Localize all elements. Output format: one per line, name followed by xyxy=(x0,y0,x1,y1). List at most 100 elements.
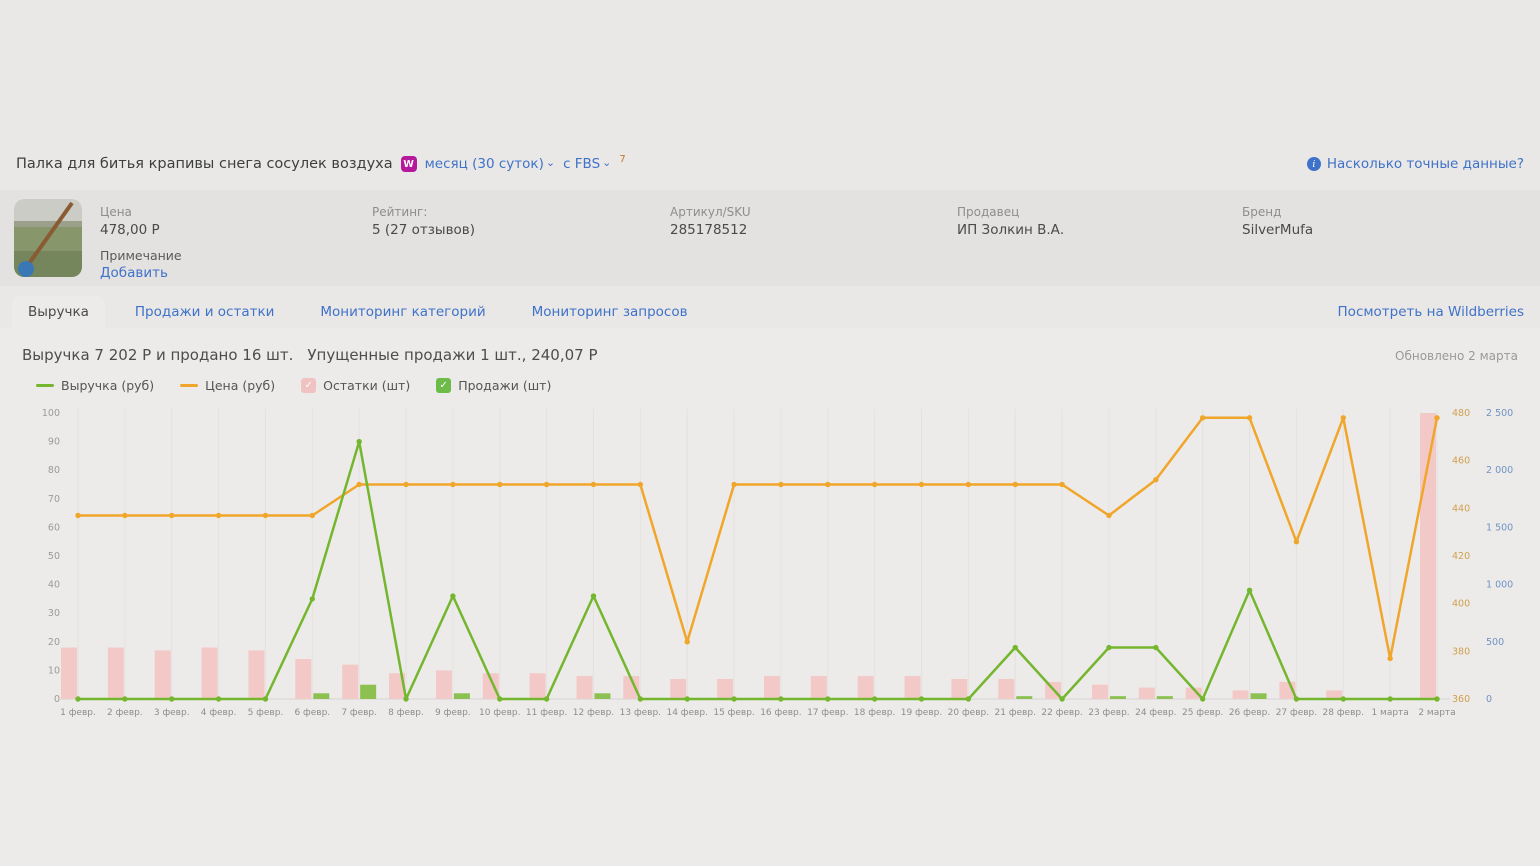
data-point[interactable] xyxy=(685,639,690,644)
data-point[interactable] xyxy=(731,482,736,487)
bar[interactable] xyxy=(1110,696,1126,699)
data-point[interactable] xyxy=(356,439,361,444)
bar[interactable] xyxy=(858,676,874,699)
data-point[interactable] xyxy=(1434,415,1439,420)
bar[interactable] xyxy=(576,676,592,699)
bar[interactable] xyxy=(202,648,218,699)
tab-2[interactable]: Продажи и остатки xyxy=(119,296,291,328)
bar[interactable] xyxy=(1420,413,1436,699)
data-point[interactable] xyxy=(1341,415,1346,420)
data-point[interactable] xyxy=(685,696,690,701)
view-on-wildberries-link[interactable]: Посмотреть на Wildberries xyxy=(1338,304,1524,320)
data-point[interactable] xyxy=(497,482,502,487)
bar[interactable] xyxy=(436,670,452,699)
data-point[interactable] xyxy=(544,696,549,701)
data-point[interactable] xyxy=(216,513,221,518)
legend-item[interactable]: Выручка (руб) xyxy=(36,378,154,393)
data-point[interactable] xyxy=(731,696,736,701)
data-point[interactable] xyxy=(310,596,315,601)
data-point[interactable] xyxy=(450,482,455,487)
bar[interactable] xyxy=(951,679,967,699)
bar[interactable] xyxy=(1092,685,1108,699)
legend-item[interactable]: ✓Остатки (шт) xyxy=(301,378,410,393)
data-point[interactable] xyxy=(919,482,924,487)
data-point[interactable] xyxy=(356,482,361,487)
data-accuracy-link[interactable]: Насколько точные данные? xyxy=(1327,156,1524,172)
data-point[interactable] xyxy=(966,696,971,701)
data-point[interactable] xyxy=(1434,696,1439,701)
bar[interactable] xyxy=(313,693,329,699)
bar[interactable] xyxy=(1251,693,1267,699)
data-point[interactable] xyxy=(638,696,643,701)
data-point[interactable] xyxy=(403,482,408,487)
data-point[interactable] xyxy=(403,696,408,701)
data-point[interactable] xyxy=(1247,415,1252,420)
data-point[interactable] xyxy=(1200,696,1205,701)
data-point[interactable] xyxy=(1200,415,1205,420)
data-point[interactable] xyxy=(1153,477,1158,482)
data-point[interactable] xyxy=(638,482,643,487)
data-point[interactable] xyxy=(169,513,174,518)
data-point[interactable] xyxy=(122,696,127,701)
tab-1[interactable]: Выручка xyxy=(12,296,105,328)
legend-item[interactable]: Цена (руб) xyxy=(180,378,275,393)
bar[interactable] xyxy=(342,665,358,699)
bar[interactable] xyxy=(594,693,610,699)
tab-3[interactable]: Мониторинг категорий xyxy=(304,296,501,328)
data-point[interactable] xyxy=(825,482,830,487)
bar[interactable] xyxy=(1326,690,1342,699)
tab-4[interactable]: Мониторинг запросов xyxy=(516,296,704,328)
bar[interactable] xyxy=(1139,688,1155,699)
brand-link[interactable]: SilverMufa xyxy=(1242,222,1526,238)
data-point[interactable] xyxy=(1013,482,1018,487)
bar[interactable] xyxy=(454,693,470,699)
data-point[interactable] xyxy=(872,696,877,701)
bar[interactable] xyxy=(1016,696,1032,699)
data-point[interactable] xyxy=(544,482,549,487)
data-point[interactable] xyxy=(75,513,80,518)
data-point[interactable] xyxy=(1387,656,1392,661)
bar[interactable] xyxy=(670,679,686,699)
bar[interactable] xyxy=(295,659,311,699)
data-point[interactable] xyxy=(591,593,596,598)
data-point[interactable] xyxy=(825,696,830,701)
data-point[interactable] xyxy=(1387,696,1392,701)
add-note-link[interactable]: Добавить xyxy=(100,265,372,281)
data-point[interactable] xyxy=(122,513,127,518)
bar[interactable] xyxy=(717,679,733,699)
bar[interactable] xyxy=(108,648,124,699)
bar[interactable] xyxy=(811,676,827,699)
data-point[interactable] xyxy=(310,513,315,518)
data-point[interactable] xyxy=(919,696,924,701)
data-point[interactable] xyxy=(778,696,783,701)
bar[interactable] xyxy=(248,650,264,699)
data-point[interactable] xyxy=(1059,696,1064,701)
bar[interactable] xyxy=(360,685,376,699)
bar[interactable] xyxy=(530,673,546,699)
period-dropdown[interactable]: месяц (30 суток)⌄ xyxy=(425,156,555,172)
data-point[interactable] xyxy=(450,593,455,598)
data-point[interactable] xyxy=(1059,482,1064,487)
data-point[interactable] xyxy=(497,696,502,701)
data-point[interactable] xyxy=(1294,696,1299,701)
bar[interactable] xyxy=(1233,690,1249,699)
bar[interactable] xyxy=(764,676,780,699)
seller-link[interactable]: ИП Золкин В.А. xyxy=(957,222,1242,238)
data-point[interactable] xyxy=(263,696,268,701)
bar[interactable] xyxy=(61,648,77,699)
legend-item[interactable]: ✓Продажи (шт) xyxy=(436,378,551,393)
data-point[interactable] xyxy=(1106,645,1111,650)
data-point[interactable] xyxy=(216,696,221,701)
fbs-dropdown[interactable]: с FBS⌄ xyxy=(563,156,611,172)
data-point[interactable] xyxy=(1247,588,1252,593)
data-point[interactable] xyxy=(169,696,174,701)
data-point[interactable] xyxy=(872,482,877,487)
data-point[interactable] xyxy=(263,513,268,518)
data-point[interactable] xyxy=(966,482,971,487)
data-point[interactable] xyxy=(591,482,596,487)
bar[interactable] xyxy=(998,679,1014,699)
data-point[interactable] xyxy=(1106,513,1111,518)
bar[interactable] xyxy=(905,676,921,699)
data-point[interactable] xyxy=(778,482,783,487)
bar[interactable] xyxy=(1157,696,1173,699)
